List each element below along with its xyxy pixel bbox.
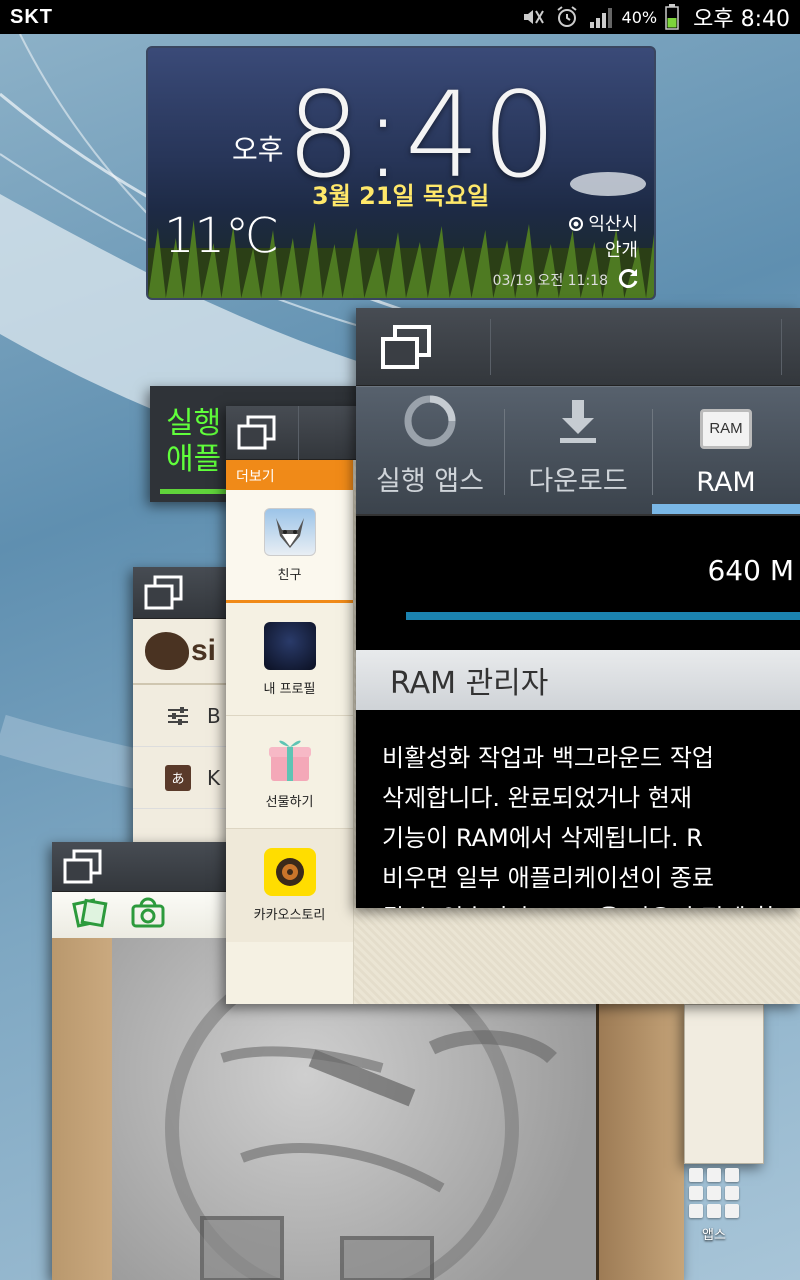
menu-item-label: 내 프로필	[263, 681, 316, 697]
moon-cloud-icon	[570, 172, 646, 196]
clock-date: 3월 21일 목요일	[312, 182, 490, 210]
desc-line: 비활성화 작업과 백그라운드 작업	[382, 744, 715, 772]
location-icon	[569, 217, 584, 231]
header-divider-2	[781, 318, 782, 375]
running-apps-line2: 애플	[166, 442, 222, 477]
apps-grid-icon	[689, 1168, 739, 1218]
card-header	[356, 308, 800, 386]
mute-icon	[520, 5, 546, 29]
recent-card-note[interactable]	[684, 1004, 764, 1164]
weather-updated-time: 03/19 오전 11:18	[492, 273, 608, 289]
recent-apps-icon	[133, 567, 193, 621]
ram-chip-icon: RAM	[700, 399, 752, 459]
tab-running-apps[interactable]: 실행 앱스	[356, 387, 504, 514]
download-icon	[556, 391, 600, 451]
ring-icon	[402, 391, 458, 451]
tab-downloads[interactable]: 다운로드	[504, 387, 652, 514]
recent-card-sim-app[interactable]: si B あ K	[133, 567, 233, 849]
menu-item-label: 친구	[277, 567, 302, 583]
menu-item-gift[interactable]: 선물하기	[226, 716, 353, 829]
tab-label: 다운로드	[528, 466, 628, 497]
running-apps-underline	[160, 489, 230, 494]
sliders-icon	[165, 703, 191, 729]
card-header	[133, 567, 233, 619]
running-apps-label: 실행 애플	[166, 406, 221, 478]
recent-apps-icon	[52, 842, 112, 895]
sim-logo: si	[133, 619, 233, 685]
sim-row-2-text: K	[207, 765, 221, 790]
desc-line: 기능이 RAM에서 삭제됩니다. R	[382, 824, 703, 852]
recent-apps-icon	[356, 319, 456, 375]
sim-logo-blob	[145, 632, 189, 670]
carrier-label: SKT	[10, 5, 53, 28]
status-time: 오후 8:40	[693, 7, 790, 32]
alarm-icon	[554, 5, 580, 29]
location-city: 익산시	[568, 210, 638, 236]
ram-chip-text: RAM	[700, 409, 752, 449]
recent-card-task-manager[interactable]: 실행 앱스 다운로드 RAM RAM 640 M RAM 관리자 비활성화 작업…	[356, 308, 800, 908]
camera-icon[interactable]	[130, 896, 166, 934]
ram-meter: 640 M	[356, 514, 800, 650]
refresh-icon[interactable]	[616, 266, 640, 290]
sim-row-2[interactable]: あ K	[133, 747, 233, 809]
status-bar: SKT 40% 오후 8:40	[0, 0, 800, 34]
menu-item-label: 카카오스토리	[253, 908, 326, 923]
apps-label: 앱스	[702, 1228, 726, 1243]
recent-apps-icon	[226, 406, 286, 461]
menu-item-profile[interactable]: 내 프로필	[226, 603, 353, 716]
running-apps-line1: 실행	[166, 406, 222, 441]
menu-item-label: 선물하기	[265, 794, 314, 810]
kakaostory-icon	[263, 848, 316, 896]
header-divider	[298, 406, 299, 461]
temperature: 11℃	[164, 208, 279, 264]
desc-line: 될 수 있습니다. RAM을 비우기 전에 확	[382, 898, 800, 908]
desc-line: 비우면 일부 애플리케이션이 종료	[382, 864, 715, 892]
weather-condition: 안개	[604, 240, 638, 261]
menu-item-friends[interactable]: 친구	[226, 490, 353, 603]
tab-label: RAM	[696, 467, 756, 498]
language-icon: あ	[165, 764, 191, 791]
sim-row-1[interactable]: B	[133, 685, 233, 747]
battery-percent: 40%	[621, 7, 658, 27]
task-manager-tabs: 실행 앱스 다운로드 RAM RAM	[356, 386, 800, 514]
desc-line: 삭제합니다. 완료되었거나 현재	[382, 784, 692, 812]
battery-icon	[665, 4, 679, 30]
apps-launcher[interactable]: 앱스	[684, 1166, 744, 1262]
signal-icon	[588, 5, 614, 29]
husky-avatar-icon	[263, 507, 316, 556]
photos-icon[interactable]	[72, 896, 108, 934]
clock-ampm: 오후	[232, 133, 284, 166]
tab-label: 실행 앱스	[376, 466, 484, 497]
header-divider	[490, 318, 491, 375]
kakao-more-menu: 더보기 친구 내 프로필 선물하기 카카오스토리	[226, 460, 354, 1004]
gift-box-icon	[264, 735, 316, 783]
ram-manager-description: 비활성화 작업과 백그라운드 작업 삭제합니다. 완료되었거나 현재 기능이 R…	[356, 710, 800, 908]
city-name: 익산시	[588, 214, 638, 235]
clock-weather-widget[interactable]: 오후 8:40 3월 21일 목요일 11℃ 익산시 안개 03/19 오전 1…	[146, 46, 656, 300]
ram-usage-bar	[406, 612, 800, 620]
ram-value: 640 M	[707, 554, 794, 587]
tab-ram[interactable]: RAM RAM	[652, 387, 800, 514]
starry-profile-icon	[263, 621, 316, 670]
ram-manager-title: RAM 관리자	[356, 650, 800, 710]
sim-logo-text: si	[191, 634, 217, 667]
sim-row-1-text: B	[207, 703, 221, 728]
wood-panel-left	[52, 938, 112, 1280]
menu-title: 더보기	[226, 460, 353, 490]
menu-item-kakaostory[interactable]: 카카오스토리	[226, 829, 353, 942]
